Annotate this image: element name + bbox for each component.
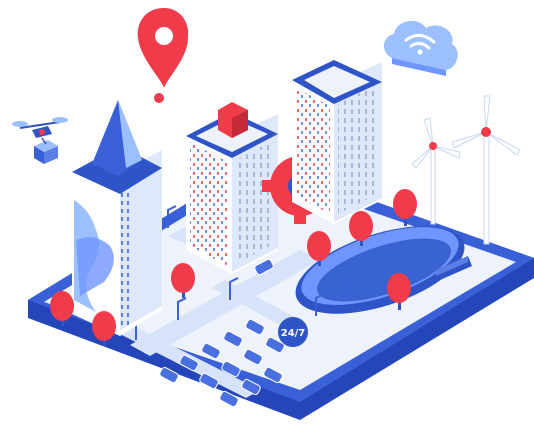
spire-tower [72,100,162,336]
location-pin-icon [137,8,189,103]
badge-24-7: 24/7 [278,317,308,347]
smart-city-illustration: 24/7 [12,8,534,420]
drone-icon [12,117,68,164]
wind-turbine-icon [451,95,521,245]
right-tower [292,60,382,224]
badge-text: 24/7 [281,328,306,339]
cloud-wifi-icon [383,20,458,76]
wind-turbine-icon [411,117,461,225]
